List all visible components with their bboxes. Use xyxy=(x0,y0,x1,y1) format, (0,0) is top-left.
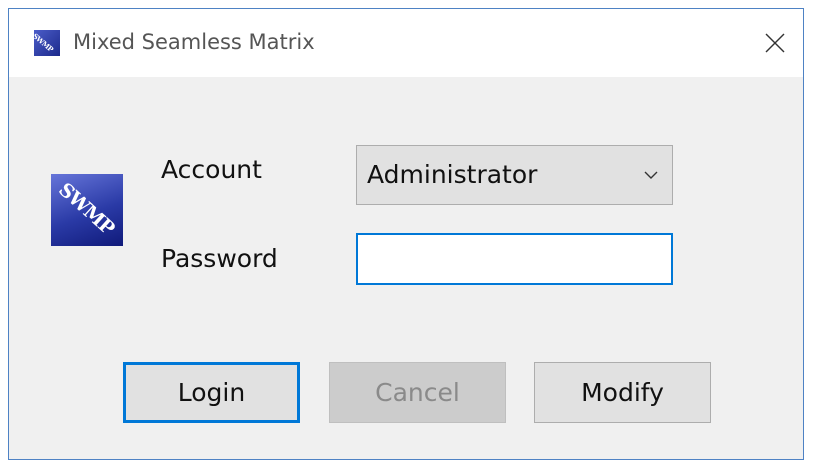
close-icon xyxy=(765,33,785,53)
login-dialog: SWMP Mixed Seamless Matrix SWMP Account … xyxy=(8,8,804,460)
app-icon: SWMP xyxy=(34,30,60,56)
window-title: Mixed Seamless Matrix xyxy=(73,30,315,54)
account-label: Account xyxy=(161,155,262,184)
account-select[interactable]: Administrator xyxy=(356,145,673,205)
password-field[interactable] xyxy=(356,233,673,285)
chevron-down-icon xyxy=(644,171,658,179)
modify-button[interactable]: Modify xyxy=(534,362,711,423)
account-select-value: Administrator xyxy=(367,160,538,189)
cancel-button[interactable]: Cancel xyxy=(329,362,506,423)
app-icon-text: SWMP xyxy=(34,31,56,54)
close-button[interactable] xyxy=(755,23,795,63)
logo-text: SWMP xyxy=(54,178,119,240)
title-bar[interactable]: SWMP Mixed Seamless Matrix xyxy=(9,9,803,77)
password-label: Password xyxy=(161,244,278,273)
swmp-logo: SWMP xyxy=(51,174,123,246)
login-button[interactable]: Login xyxy=(123,362,300,423)
